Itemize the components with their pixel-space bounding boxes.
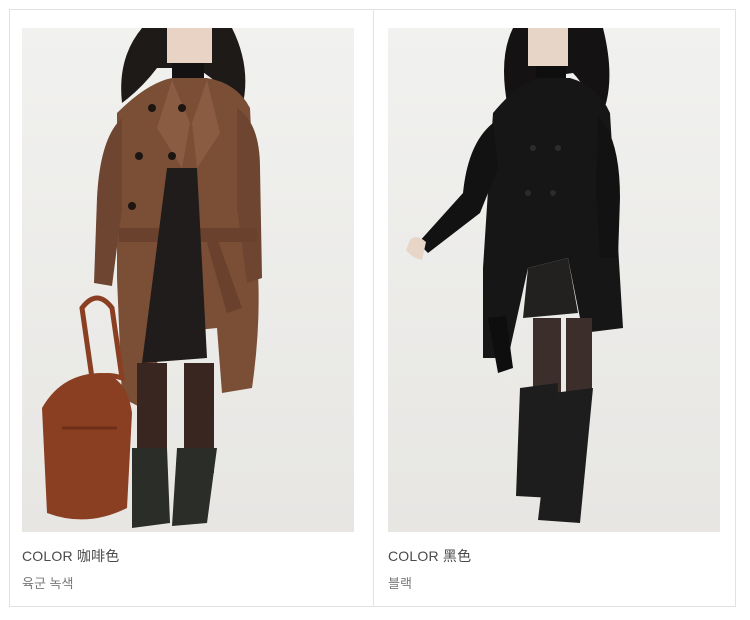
card-divider <box>373 9 374 607</box>
product-photo-black-coat[interactable] <box>388 28 720 532</box>
color-name-korean: 블랙 <box>388 576 412 591</box>
color-option-card-brown[interactable]: COLOR 咖啡色 육군 녹색 <box>22 28 354 592</box>
color-label: COLOR 咖啡色 <box>22 548 120 564</box>
product-photo-brown-coat[interactable] <box>22 28 354 532</box>
color-name-korean: 육군 녹색 <box>22 576 74 591</box>
brown-coat-illustration <box>42 28 262 528</box>
color-option-card-black[interactable]: COLOR 黑色 블랙 <box>388 28 720 592</box>
black-coat-illustration <box>406 28 623 523</box>
color-label: COLOR 黑色 <box>388 548 472 564</box>
